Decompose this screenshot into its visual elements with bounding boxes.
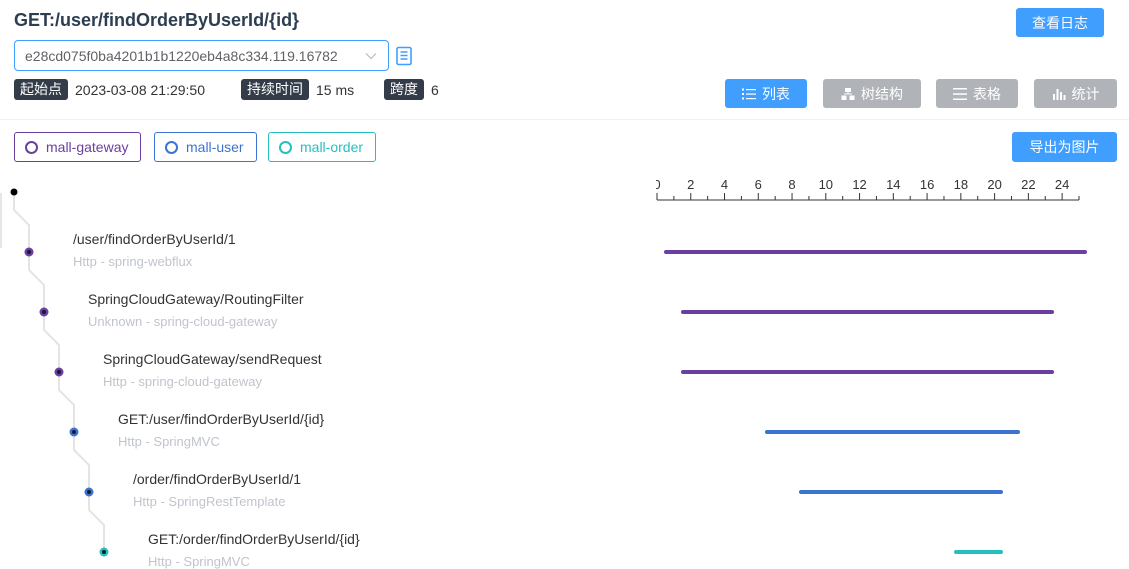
chevron-down-icon	[365, 53, 377, 60]
span-row[interactable]: /order/findOrderByUserId/1 Http - SpringR…	[133, 471, 301, 509]
span-name: GET:/user/findOrderByUserId/{id}	[118, 411, 325, 427]
span-duration-bar[interactable]	[663, 250, 1088, 254]
span-name: SpringCloudGateway/RoutingFilter	[88, 291, 304, 307]
trace-id-select[interactable]: e28cd075f0ba4201b1b1220eb4a8c334.119.167…	[14, 40, 389, 71]
view-log-button[interactable]: 查看日志	[1016, 8, 1104, 37]
stats-view-label: 统计	[1071, 85, 1100, 102]
span-row[interactable]: /user/findOrderByUserId/1 Http - spring-w…	[73, 231, 236, 269]
service-tag-label: mall-gateway	[46, 139, 129, 155]
axis-tick-label: 8	[788, 177, 795, 192]
axis-tick-label: 14	[886, 177, 900, 192]
span-duration-bar[interactable]	[954, 550, 1004, 554]
axis-tick-label: 6	[755, 177, 762, 192]
span-component: Http - spring-cloud-gateway	[103, 374, 262, 389]
circle-icon	[25, 140, 38, 154]
span-node-center	[57, 370, 61, 374]
span-value: 6	[431, 81, 439, 98]
span-name: /user/findOrderByUserId/1	[73, 231, 236, 247]
span-node-center	[72, 430, 76, 434]
span-duration-bar[interactable]	[680, 310, 1054, 314]
timeline-axis: 0 2 4 6 8 10 12 14 16 18 20 22 24	[656, 177, 1080, 201]
export-image-button[interactable]: 导出为图片	[1012, 132, 1117, 162]
span-name: GET:/order/findOrderByUserId/{id}	[148, 531, 360, 547]
duration-value: 15 ms	[316, 81, 355, 98]
span-component: Http - spring-webflux	[73, 254, 193, 269]
duration-label: 持续时间	[241, 79, 309, 100]
span-row[interactable]: GET:/user/findOrderByUserId/{id} Http - S…	[118, 411, 324, 449]
span-component: Unknown - spring-cloud-gateway	[88, 314, 278, 329]
service-tag-label: mall-user	[186, 139, 244, 155]
table-view-button[interactable]: 表格	[936, 79, 1018, 108]
span-row[interactable]: SpringCloudGateway/RoutingFilter Unknown …	[88, 291, 304, 329]
axis-tick-label: 20	[987, 177, 1001, 192]
trace-id-value: e28cd075f0ba4201b1b1220eb4a8c334.119.167…	[25, 47, 338, 64]
bar-chart-icon	[1052, 88, 1065, 100]
service-tag-mall-user[interactable]: mall-user	[154, 132, 257, 162]
service-tag-mall-order[interactable]: mall-order	[268, 132, 377, 162]
span-node-center	[27, 250, 31, 254]
tree-root-node	[10, 188, 18, 196]
span-node-center	[42, 310, 46, 314]
table-view-label: 表格	[973, 85, 1001, 102]
span-node-center	[87, 490, 91, 494]
service-tag-mall-gateway[interactable]: mall-gateway	[14, 132, 142, 162]
axis-tick-label: 10	[819, 177, 833, 192]
tree-icon	[841, 87, 855, 100]
axis-tick-label: 0	[656, 177, 661, 192]
stats-view-button[interactable]: 统计	[1034, 79, 1117, 108]
axis-tick-label: 4	[721, 177, 728, 192]
start-label: 起始点	[14, 79, 68, 100]
tree-view-button[interactable]: 树结构	[823, 79, 921, 108]
span-meta: 跨度 6	[384, 79, 439, 100]
table-icon	[953, 87, 967, 100]
duration-meta: 持续时间 15 ms	[241, 79, 354, 100]
span-duration-bar[interactable]	[798, 490, 1004, 494]
axis-tick-label: 24	[1055, 177, 1069, 192]
page-title: GET:/user/findOrderByUserId/{id}	[14, 10, 300, 30]
span-node-center	[102, 550, 106, 554]
axis-tick-label: 2	[687, 177, 694, 192]
copy-icon[interactable]	[395, 46, 413, 66]
start-meta: 起始点 2023-03-08 21:29:50	[14, 79, 205, 100]
span-name: /order/findOrderByUserId/1	[133, 471, 302, 487]
span-component: Http - SpringRestTemplate	[133, 494, 286, 509]
axis-tick-label: 22	[1021, 177, 1035, 192]
list-view-button[interactable]: 列表	[725, 79, 807, 108]
circle-icon	[279, 140, 292, 154]
circle-icon	[165, 140, 178, 154]
axis-tick-label: 16	[920, 177, 934, 192]
span-row[interactable]: SpringCloudGateway/sendRequest Http - spr…	[103, 351, 322, 389]
span-row[interactable]: GET:/order/findOrderByUserId/{id} Http - …	[148, 531, 360, 569]
span-label: 跨度	[384, 79, 424, 100]
axis-tick-label: 18	[954, 177, 968, 192]
span-duration-bar[interactable]	[765, 430, 1020, 434]
span-component: Http - SpringMVC	[148, 554, 250, 569]
list-icon	[742, 88, 756, 99]
service-tag-label: mall-order	[300, 139, 364, 155]
start-value: 2023-03-08 21:29:50	[75, 81, 205, 98]
span-component: Http - SpringMVC	[118, 434, 220, 449]
span-duration-bar[interactable]	[680, 370, 1054, 374]
list-view-label: 列表	[762, 85, 790, 102]
span-name: SpringCloudGateway/sendRequest	[103, 351, 322, 367]
header-divider	[0, 119, 1129, 120]
tree-view-label: 树结构	[861, 85, 903, 102]
axis-tick-label: 12	[852, 177, 866, 192]
